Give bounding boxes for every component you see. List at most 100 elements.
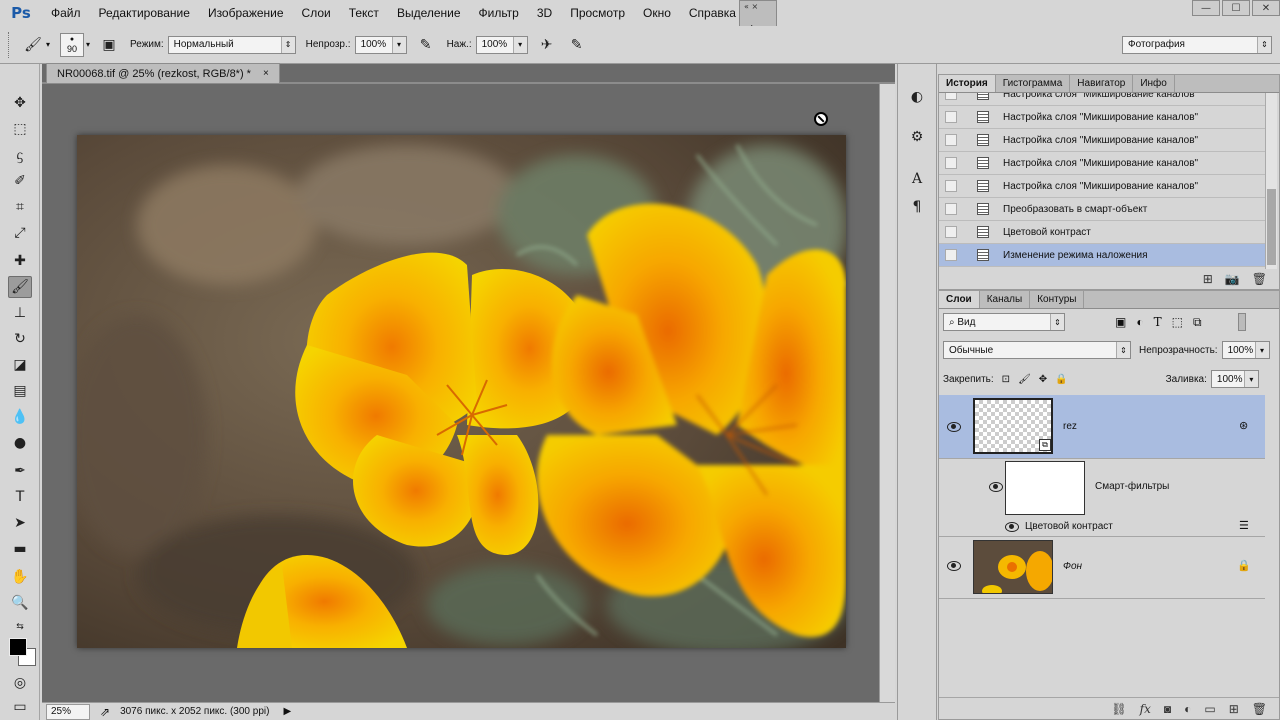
filter-type-icon[interactable]: T xyxy=(1154,315,1162,329)
menu-help[interactable]: Справка xyxy=(680,0,745,26)
screen-mode-icon[interactable]: ▭ xyxy=(8,696,32,718)
menu-file[interactable]: Файл xyxy=(42,0,90,26)
history-brush-source-checkbox[interactable] xyxy=(945,203,957,215)
brush-panel-icon[interactable]: ▣ xyxy=(98,34,120,56)
healing-brush-tool-icon[interactable]: ✚ xyxy=(8,250,32,272)
rectangle-tool-icon[interactable]: ▬ xyxy=(8,538,32,560)
type-tool-icon[interactable]: T xyxy=(8,486,32,508)
document-tab[interactable]: NR00068.tif @ 25% (rezkost, RGB/8*) * × xyxy=(46,63,280,83)
history-brush-source-checkbox[interactable] xyxy=(945,134,957,146)
grip-handle[interactable] xyxy=(8,31,12,58)
filter-eye-icon[interactable] xyxy=(1005,522,1019,532)
collapse-icon[interactable]: « × xyxy=(744,2,758,11)
share-icon[interactable]: ⇗ xyxy=(100,705,110,719)
delete-icon[interactable]: 🗑 xyxy=(1252,272,1267,286)
history-scrollbar[interactable] xyxy=(1265,93,1277,269)
history-scroll-thumb[interactable] xyxy=(1267,189,1276,265)
document-scrollbar[interactable] xyxy=(879,84,895,702)
workspace-select[interactable]: Фотография ⇕ xyxy=(1122,35,1272,54)
lock-pixels-icon[interactable]: 🖌 xyxy=(1018,374,1031,385)
properties-icon[interactable]: ⚙ xyxy=(906,126,928,148)
filter-row-color-contrast[interactable]: Цветовой контраст ☰ xyxy=(939,519,1265,537)
brush-tool-icon[interactable]: 🖌 xyxy=(8,276,32,298)
menu-edit[interactable]: Редактирование xyxy=(90,0,199,26)
history-brush-tool-icon[interactable]: ↻ xyxy=(8,328,32,350)
delete-layer-icon[interactable]: 🗑 xyxy=(1252,702,1267,716)
filter-blending-options-icon[interactable]: ☰ xyxy=(1239,519,1249,532)
background-eye-icon[interactable] xyxy=(947,561,961,571)
close-tab-icon[interactable]: × xyxy=(263,68,269,79)
menu-select[interactable]: Выделение xyxy=(388,0,470,26)
hand-tool-icon[interactable]: ✋ xyxy=(8,566,32,588)
filter-pixel-icon[interactable]: ▣ xyxy=(1115,315,1126,329)
preset-arrow-icon[interactable]: ▾ xyxy=(46,40,50,49)
history-item[interactable]: Настройка слоя "Микширование каналов" xyxy=(939,93,1265,106)
history-item[interactable]: Преобразовать в смарт-объект xyxy=(939,198,1265,221)
zoom-field[interactable]: 25% xyxy=(46,703,90,720)
adjustments-icon[interactable]: ◐ xyxy=(906,86,928,108)
gradient-tool-icon[interactable]: ▤ xyxy=(8,380,32,402)
layer-style-icon[interactable]: fx xyxy=(1140,702,1151,716)
tab-history[interactable]: История xyxy=(939,75,996,92)
menu-window[interactable]: Окно xyxy=(634,0,680,26)
brush-preset-icon[interactable]: 🖌 xyxy=(22,34,44,56)
pressure-size-icon[interactable]: ✎ xyxy=(566,34,588,56)
history-brush-source-checkbox[interactable] xyxy=(945,180,957,192)
tab-navigator[interactable]: Навигатор xyxy=(1070,75,1134,92)
visibility-eye-icon[interactable] xyxy=(947,422,961,432)
swap-colors-icon[interactable]: ⇆ xyxy=(8,616,32,638)
eraser-tool-icon[interactable]: ◪ xyxy=(8,354,32,376)
smart-filters-eye-icon[interactable] xyxy=(989,482,1003,492)
history-item[interactable]: Настройка слоя "Микширование каналов" xyxy=(939,106,1265,129)
tab-channels[interactable]: Каналы xyxy=(980,291,1031,308)
opacity-field[interactable]: 100% ▾ xyxy=(354,35,407,54)
filter-toggle[interactable] xyxy=(1237,313,1246,331)
history-item[interactable]: Настройка слоя "Микширование каналов" xyxy=(939,175,1265,198)
layer-fill-field[interactable]: 100% ▾ xyxy=(1210,370,1259,388)
mode-select[interactable]: Нормальный ⇕ xyxy=(167,35,296,54)
maximize-button[interactable]: ☐ xyxy=(1222,0,1250,16)
history-brush-source-checkbox[interactable] xyxy=(945,111,957,123)
layer-row-rez[interactable]: ⧉ rez ⊛ xyxy=(939,395,1265,459)
history-brush-source-checkbox[interactable] xyxy=(945,157,957,169)
path-select-tool-icon[interactable]: ➤ xyxy=(8,512,32,534)
history-item[interactable]: Настройка слоя "Микширование каналов" xyxy=(939,129,1265,152)
add-mask-icon[interactable]: ◙ xyxy=(1164,702,1171,716)
lock-position-icon[interactable]: ✥ xyxy=(1039,374,1047,385)
tab-info[interactable]: Инфо xyxy=(1133,75,1175,92)
pen-tool-icon[interactable]: ✒ xyxy=(8,460,32,482)
clone-stamp-tool-icon[interactable]: ⊥ xyxy=(8,302,32,324)
filter-shape-icon[interactable]: ⬚ xyxy=(1172,315,1183,329)
filter-smart-icon[interactable]: ⧉ xyxy=(1193,315,1202,330)
pressure-opacity-icon[interactable]: ✎ xyxy=(415,34,437,56)
lock-transparent-icon[interactable]: ⊡ xyxy=(1002,374,1010,385)
new-group-icon[interactable]: ▭ xyxy=(1204,702,1215,716)
lasso-tool-icon[interactable]: ᦓ xyxy=(8,144,32,166)
eyedropper-tool-icon[interactable]: ⤢ xyxy=(8,222,32,244)
menu-layers[interactable]: Слои xyxy=(293,0,340,26)
quick-select-tool-icon[interactable]: ✐ xyxy=(8,170,32,192)
new-document-from-state-icon[interactable]: ⊞ xyxy=(1203,272,1213,286)
new-layer-icon[interactable]: ⊞ xyxy=(1229,702,1239,716)
paragraph-icon[interactable]: ¶ xyxy=(906,196,928,218)
menu-filter[interactable]: Фильтр xyxy=(470,0,528,26)
history-item[interactable]: Изменение режима наложения xyxy=(939,244,1265,267)
zoom-tool-icon[interactable]: 🔍 xyxy=(8,592,32,614)
menu-image[interactable]: Изображение xyxy=(199,0,293,26)
blur-tool-icon[interactable]: 💧 xyxy=(8,406,32,428)
quick-mask-icon[interactable]: ◎ xyxy=(8,672,32,694)
image-canvas[interactable] xyxy=(77,135,846,648)
tab-paths[interactable]: Контуры xyxy=(1030,291,1085,308)
lock-all-icon[interactable]: 🔒 xyxy=(1055,374,1067,385)
dodge-tool-icon[interactable]: ● xyxy=(8,432,32,454)
smart-filters-row[interactable]: Смарт-фильтры xyxy=(939,459,1265,519)
history-brush-source-checkbox[interactable] xyxy=(945,93,957,100)
layer-opacity-field[interactable]: 100% ▾ xyxy=(1221,341,1270,359)
character-icon[interactable]: A xyxy=(906,168,928,190)
menu-type[interactable]: Текст xyxy=(340,0,388,26)
snapshot-icon[interactable]: 📷 xyxy=(1225,272,1240,286)
status-menu-arrow-icon[interactable]: ▶ xyxy=(283,706,291,717)
link-layers-icon[interactable]: ⛓ xyxy=(1111,702,1126,716)
crop-tool-icon[interactable]: ⌗ xyxy=(8,196,32,218)
menu-view[interactable]: Просмотр xyxy=(561,0,634,26)
